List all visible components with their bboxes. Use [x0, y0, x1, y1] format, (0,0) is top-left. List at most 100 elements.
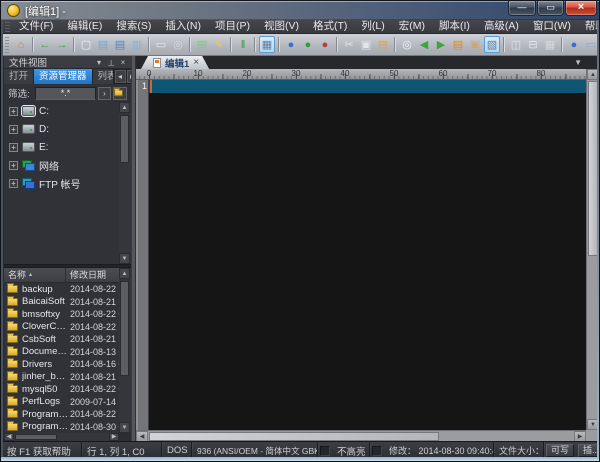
open-file-icon[interactable]: ▤ — [95, 36, 111, 53]
panel-tab-1[interactable]: 资源管理器 — [34, 69, 93, 84]
file-list-row[interactable]: backup2014-08-22 10 — [4, 283, 119, 296]
print-preview-icon[interactable]: ◎ — [170, 36, 186, 53]
menu-item-3[interactable]: 插入(N) — [158, 20, 208, 33]
scroll-up-icon[interactable]: ▲ — [119, 102, 130, 113]
close-button[interactable]: × — [565, 1, 597, 16]
menu-item-6[interactable]: 格式(T) — [306, 20, 354, 33]
file-list-row[interactable]: Documents2014-08-13 14 — [4, 346, 119, 359]
menu-item-10[interactable]: 高级(A) — [477, 20, 526, 33]
expander-icon[interactable]: + — [9, 161, 18, 170]
edit-source-icon[interactable]: ✎ — [211, 36, 227, 53]
status-divider-box[interactable] — [372, 446, 382, 456]
tab-list-dropdown-icon[interactable]: ▼ — [574, 56, 582, 69]
toolbar-grip[interactable] — [5, 37, 9, 53]
file-list-row[interactable]: Drivers2014-08-16 09 — [4, 358, 119, 371]
scroll-right-icon[interactable]: ▶ — [109, 433, 119, 441]
menu-item-7[interactable]: 列(L) — [354, 20, 391, 33]
browser-red-icon[interactable]: ● — [317, 36, 333, 53]
back-icon[interactable]: ← — [37, 36, 53, 53]
status-divider-box[interactable] — [320, 446, 330, 456]
file-list-row[interactable]: Program File...2014-08-30 09 — [4, 421, 119, 434]
scroll-thumb[interactable] — [149, 432, 439, 441]
scroll-down-icon[interactable]: ▼ — [119, 422, 130, 433]
column-mode-icon[interactable]: ‖ — [235, 36, 251, 53]
menu-item-5[interactable]: 视图(V) — [257, 20, 306, 33]
panel-close-icon[interactable]: × — [117, 57, 129, 68]
column-header-name[interactable]: 名称▴ — [4, 268, 66, 282]
tabs-scroll-left[interactable]: ◂ — [115, 70, 126, 83]
scroll-thumb[interactable] — [15, 434, 57, 440]
browser-blue-icon[interactable]: ● — [283, 36, 299, 53]
menu-item-11[interactable]: 窗口(W) — [526, 20, 578, 33]
file-view-icon[interactable]: ▧ — [484, 36, 500, 53]
tree-item-0[interactable]: +C: — [4, 102, 119, 120]
filter-go-button[interactable]: › — [98, 87, 111, 100]
file-list-row[interactable]: PerfLogs2009-07-14 11 — [4, 396, 119, 409]
print-icon[interactable]: ▭ — [153, 36, 169, 53]
scroll-up-icon[interactable]: ▲ — [119, 268, 130, 279]
menubar-grip[interactable] — [5, 22, 10, 32]
file-list-row[interactable]: CloverCRM2014-08-22 12 — [4, 321, 119, 334]
tree-vertical-scrollbar[interactable]: ▲▼ — [119, 102, 131, 264]
save-all-icon[interactable]: ▥ — [129, 36, 145, 53]
column-header-date[interactable]: 修改日期 — [66, 268, 119, 282]
file-list-row[interactable]: Program Files2014-08-22 12 — [4, 408, 119, 421]
new-file-icon[interactable]: ▢ — [78, 36, 94, 53]
filter-folder-button[interactable] — [113, 87, 127, 100]
file-list-row[interactable]: jinher_backup2014-08-21 18 — [4, 371, 119, 384]
copy-icon[interactable]: ▣ — [358, 36, 374, 53]
menu-item-0[interactable]: 文件(F) — [12, 20, 60, 33]
find-next-icon[interactable]: ▶ — [433, 36, 449, 53]
panel-menu-icon[interactable]: ▾ — [93, 57, 105, 68]
split-horizontal-icon[interactable]: ◫ — [508, 36, 524, 53]
panel-tab-2[interactable]: 列表 — [93, 69, 114, 84]
cut-icon[interactable]: ✂ — [341, 36, 357, 53]
menu-item-4[interactable]: 项目(P) — [208, 20, 257, 33]
expander-icon[interactable]: + — [9, 179, 18, 188]
expander-icon[interactable]: + — [9, 107, 18, 116]
text-area[interactable]: 1 — [136, 80, 586, 430]
scroll-thumb[interactable] — [120, 115, 129, 163]
file-list-row[interactable]: bmsoftxy2014-08-22 08 — [4, 308, 119, 321]
maximize-button[interactable]: ▭ — [537, 1, 564, 16]
browser-view-icon[interactable]: ● — [566, 36, 582, 53]
list-horizontal-scrollbar[interactable]: ◀▶ — [4, 433, 119, 441]
browser-green-icon[interactable]: ● — [300, 36, 316, 53]
menu-item-2[interactable]: 搜索(S) — [109, 20, 158, 33]
favorites-icon[interactable]: ▤ — [450, 36, 466, 53]
file-list-row[interactable]: mysql502014-08-22 08 — [4, 383, 119, 396]
status-writable-button[interactable]: 可写 — [546, 444, 574, 457]
tree-item-4[interactable]: +FTP 帐号 — [4, 174, 119, 192]
scroll-down-icon[interactable]: ▼ — [119, 253, 130, 264]
package-icon[interactable]: ▣ — [467, 36, 483, 53]
list-vertical-scrollbar[interactable]: ▲▼ — [119, 268, 131, 433]
panel-tab-0[interactable]: 打开 — [4, 69, 34, 84]
find-icon[interactable]: ◎ — [399, 36, 415, 53]
expander-icon[interactable]: + — [9, 125, 18, 134]
scroll-thumb[interactable] — [120, 281, 129, 376]
filter-input[interactable] — [35, 87, 96, 100]
menu-item-9[interactable]: 脚本(I) — [432, 20, 477, 33]
scroll-left-icon[interactable]: ◀ — [4, 433, 14, 441]
title-bar[interactable]: [编辑1] - —▭× — [1, 1, 599, 20]
file-list-row[interactable]: BaicaiSoft2014-08-21 16 — [4, 296, 119, 309]
tree-item-1[interactable]: +D: — [4, 120, 119, 138]
tree-item-2[interactable]: +E: — [4, 138, 119, 156]
file-list-row[interactable]: CsbSoft2014-08-21 13 — [4, 333, 119, 346]
menu-item-8[interactable]: 宏(M) — [392, 20, 432, 33]
panel-pin-icon[interactable]: ⊤ — [105, 57, 117, 68]
forward-icon[interactable]: → — [54, 36, 70, 53]
find-prev-icon[interactable]: ◀ — [416, 36, 432, 53]
minimize-button[interactable]: — — [508, 1, 536, 16]
split-vertical-icon[interactable]: ⊟ — [525, 36, 541, 53]
window-list-icon[interactable]: ▦ — [542, 36, 558, 53]
menu-item-1[interactable]: 编辑(E) — [60, 20, 109, 33]
editor-tab[interactable]: 编辑1 × — [141, 56, 209, 69]
session-icon[interactable]: ⌂ — [13, 36, 29, 53]
show-symbols-icon[interactable]: ▦ — [259, 36, 275, 53]
save-file-icon[interactable]: ▤ — [112, 36, 128, 53]
syntax-check-icon[interactable]: ▤ — [194, 36, 210, 53]
tree-item-3[interactable]: +网络 — [4, 156, 119, 174]
expander-icon[interactable]: + — [9, 143, 18, 152]
tab-close-icon[interactable]: × — [193, 58, 199, 68]
